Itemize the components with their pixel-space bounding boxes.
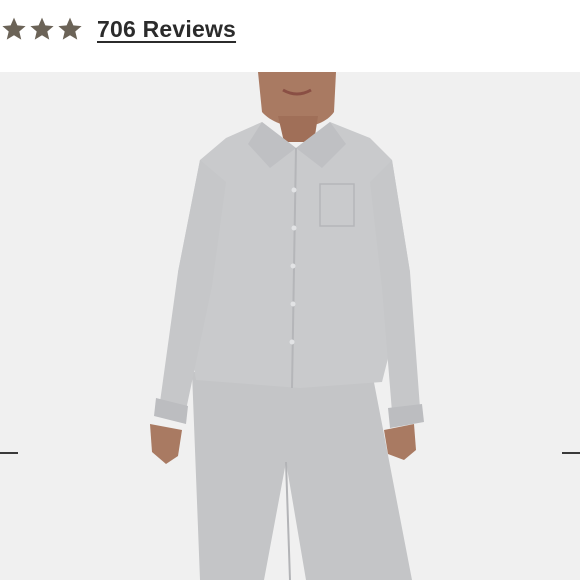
gallery-next-button[interactable] [558, 448, 580, 458]
star-rating [1, 16, 83, 42]
product-image[interactable] [0, 72, 580, 580]
product-page: 706 Reviews [0, 0, 580, 580]
pajama-set-photo [150, 72, 424, 580]
reviews-summary: 706 Reviews [0, 0, 580, 70]
gallery-prev-button[interactable] [0, 448, 22, 458]
star-icon [2, 17, 26, 40]
star-icon [58, 17, 82, 40]
arrow-left-icon [0, 452, 18, 454]
arrow-right-icon [562, 452, 580, 454]
star-icon [30, 17, 54, 40]
reviews-count-link[interactable]: 706 Reviews [97, 16, 236, 43]
